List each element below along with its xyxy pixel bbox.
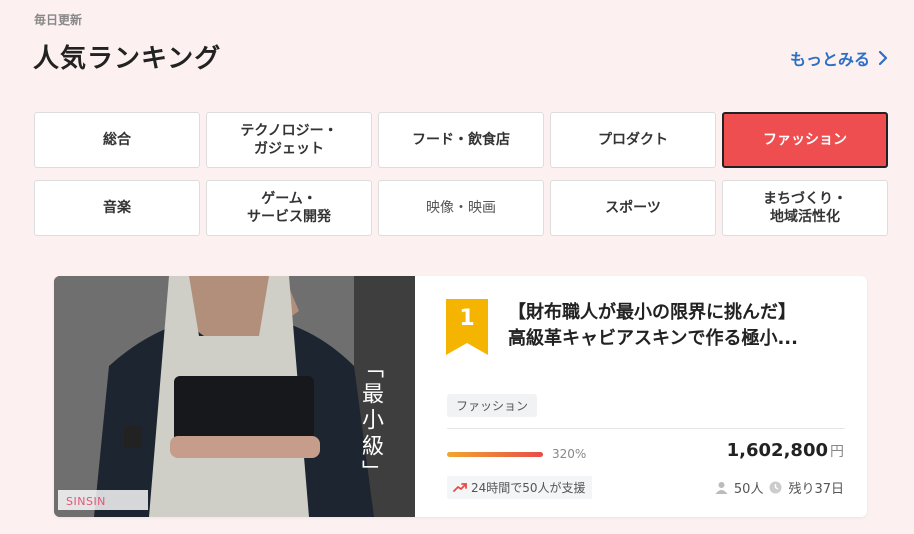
category-tab-food[interactable]: フード・飲食店 — [378, 112, 544, 168]
funding-progress-bar — [447, 452, 543, 457]
project-title-line2: 高級革キャビアスキンで作る極小... — [508, 328, 798, 350]
category-tabs: 総合 テクノロジー・ ガジェット フード・飲食店 プロダクト ファッション 音楽… — [34, 112, 888, 236]
trending-up-icon — [453, 482, 467, 492]
funding-progress-fill — [447, 452, 543, 457]
category-tab-sports[interactable]: スポーツ — [550, 180, 716, 236]
person-icon — [715, 482, 728, 494]
category-tab-community[interactable]: まちづくり・ 地域活性化 — [722, 180, 888, 236]
see-more-label: もっとみる — [789, 50, 870, 69]
rank-number: 1 — [459, 306, 475, 331]
brand-logo: SINSIN — [66, 495, 106, 508]
ranking-card[interactable]: 「最小級」 SINSIN 1 【財布職人が最小の限界に挑んだ】 高級革キャビアス… — [54, 276, 867, 517]
see-more-link[interactable]: もっとみる — [790, 46, 888, 70]
clock-icon — [769, 481, 782, 494]
funding-percent: 320% — [552, 447, 587, 461]
category-tab-product[interactable]: プロダクト — [550, 112, 716, 168]
category-tab-film[interactable]: 映像・映画 — [378, 180, 544, 236]
category-tab-technology[interactable]: テクノロジー・ ガジェット — [206, 112, 372, 168]
project-stats: 50人 残り37日 — [715, 478, 844, 497]
category-tab-fashion[interactable]: ファッション — [722, 112, 888, 168]
category-tab-music[interactable]: 音楽 — [34, 180, 200, 236]
trend-badge: 24時間で50人が支援 — [447, 476, 592, 499]
category-tab-game[interactable]: ゲーム・ サービス開発 — [206, 180, 372, 236]
category-tag[interactable]: ファッション — [447, 394, 538, 417]
trend-text: 24時間で50人が支援 — [471, 481, 586, 495]
category-tab-overall[interactable]: 総合 — [34, 112, 200, 168]
currency-label: 円 — [830, 444, 844, 460]
chevron-right-icon — [878, 50, 888, 66]
project-image[interactable]: 「最小級」 SINSIN — [54, 276, 415, 517]
page-title: 人気ランキング — [33, 44, 222, 74]
image-overlay-text: 「最小級」 — [358, 356, 383, 486]
project-title[interactable]: 【財布職人が最小の限界に挑んだ】 高級革キャビアスキンで作る極小... — [508, 300, 853, 352]
divider — [447, 428, 845, 429]
remaining-days: 残り37日 — [788, 482, 844, 497]
update-label: 毎日更新 — [34, 13, 83, 27]
funding-amount-value: 1,602,800 — [726, 440, 828, 461]
project-title-line1: 【財布職人が最小の限界に挑んだ】 — [508, 302, 796, 323]
funding-amount: 1,602,800 円 — [727, 440, 844, 461]
backers-count: 50人 — [733, 482, 764, 497]
